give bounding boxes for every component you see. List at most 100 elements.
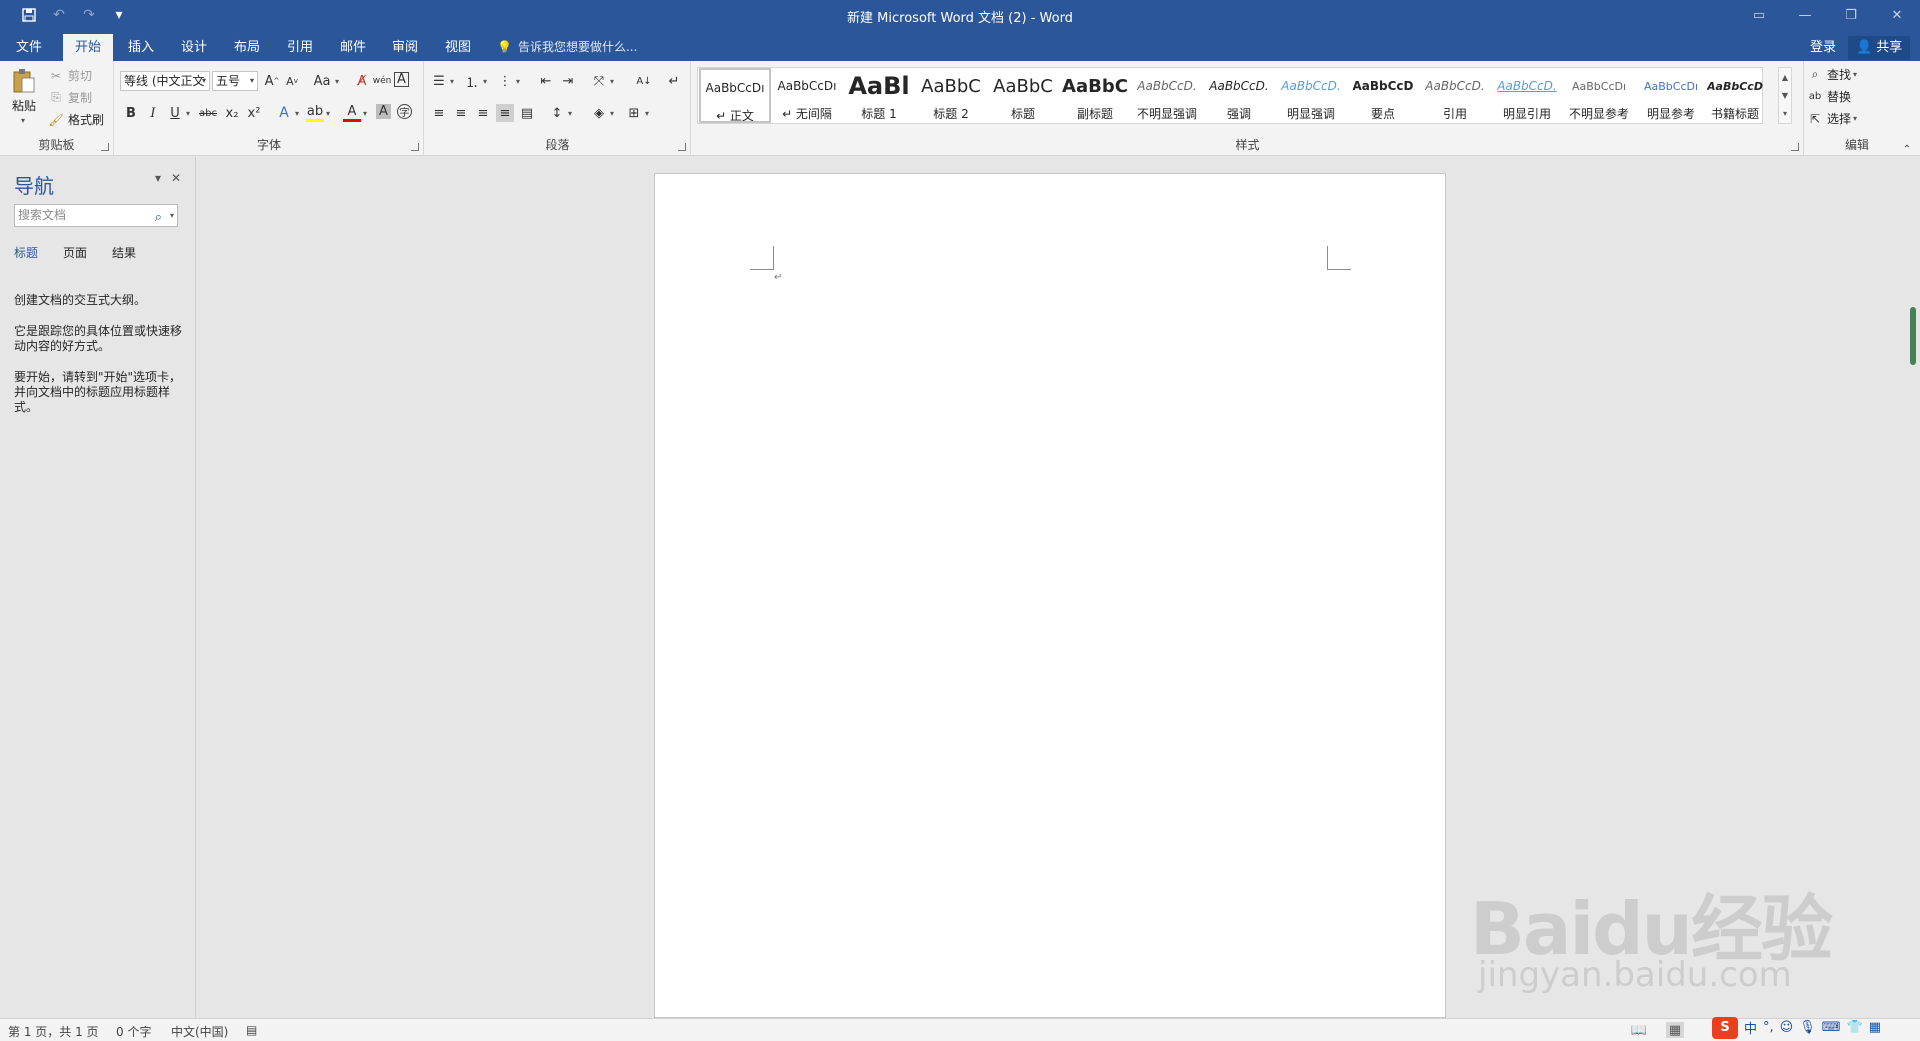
styles-launcher-icon[interactable] [1791, 143, 1799, 151]
tab-references[interactable]: 引用 [283, 34, 317, 61]
macro-record-icon[interactable]: ▤ [246, 1023, 257, 1037]
nav-close-icon[interactable]: ✕ [171, 171, 181, 185]
ime-punctuation[interactable]: °, [1763, 1020, 1774, 1035]
font-name-combo[interactable]: 等线 (中文正文 ▾ [120, 71, 210, 91]
style-title[interactable]: AaBbC 标题 [987, 68, 1059, 123]
distributed-button[interactable]: ▤ [518, 104, 536, 122]
replace-button[interactable]: ab 替换 [1807, 88, 1851, 105]
sort-button[interactable]: A↓ [635, 72, 653, 90]
bold-button[interactable]: B [122, 104, 140, 122]
numbering-button[interactable]: ⒈ ▾ [463, 72, 487, 91]
superscript-button[interactable]: x² [245, 104, 263, 122]
document-page[interactable]: ↵ [654, 173, 1446, 1018]
nav-tab-results[interactable]: 结果 [112, 244, 136, 261]
bullets-button[interactable]: ☰ ▾ [430, 72, 454, 90]
text-effects-button[interactable]: A ▾ [275, 104, 299, 122]
font-name-dropdown-icon[interactable]: ▾ [202, 72, 206, 90]
enclose-characters-button[interactable]: 字 [397, 104, 412, 119]
collapse-ribbon-button[interactable]: ⌃ [1899, 141, 1915, 157]
subscript-button[interactable]: x₂ [223, 104, 241, 122]
find-button[interactable]: ⌕ 查找 ▾ [1807, 66, 1857, 83]
style-heading-1[interactable]: AaBl 标题 1 [843, 68, 915, 123]
gallery-more-icon[interactable]: ▾ [1783, 109, 1787, 118]
style-intense-quote[interactable]: AaBbCcD. 明显引用 [1491, 68, 1563, 123]
language-indicator[interactable]: 中文(中国) [171, 1023, 228, 1040]
paragraph-launcher-icon[interactable] [678, 143, 686, 151]
tab-layout[interactable]: 布局 [230, 34, 264, 61]
tab-file[interactable]: 文件 [12, 34, 46, 61]
font-launcher-icon[interactable] [411, 143, 419, 151]
nav-tab-pages[interactable]: 页面 [63, 244, 87, 261]
word-count[interactable]: 0 个字 [116, 1023, 151, 1040]
tab-review[interactable]: 审阅 [388, 34, 422, 61]
paste-dropdown-icon[interactable]: ▾ [21, 116, 25, 125]
tell-me-box[interactable]: 💡 告诉我您想要做什么... [497, 34, 637, 61]
chinese-layout-button[interactable]: ⤧ ▾ [590, 72, 614, 90]
grid-icon[interactable]: ▦ [1869, 1020, 1881, 1035]
gallery-down-icon[interactable]: ▼ [1782, 91, 1788, 100]
phonetic-guide-button[interactable]: wén [373, 72, 392, 90]
sign-in-link[interactable]: 登录 [1810, 34, 1836, 61]
shading-button[interactable]: ◈ ▾ [590, 104, 614, 122]
style-normal[interactable]: AaBbCcDı ↵ 正文 [699, 68, 771, 123]
decrease-indent-button[interactable]: ⇤ [537, 72, 555, 90]
underline-button[interactable]: U ▾ [166, 104, 190, 122]
style-subtle-reference[interactable]: AaBbCcDı 不明显参考 [1563, 68, 1635, 123]
font-color-button[interactable]: A ▾ [343, 104, 367, 122]
font-size-dropdown-icon[interactable]: ▾ [250, 72, 254, 90]
style-book-title[interactable]: AaBbCcD 书籍标题 [1707, 68, 1763, 123]
ime-mode[interactable]: 中 [1744, 1018, 1757, 1037]
ribbon-display-options-icon[interactable]: ▭ [1736, 0, 1782, 30]
tab-insert[interactable]: 插入 [124, 34, 158, 61]
italic-button[interactable]: I [144, 104, 162, 122]
tab-design[interactable]: 设计 [177, 34, 211, 61]
tab-view[interactable]: 视图 [441, 34, 475, 61]
font-size-combo[interactable]: 五号 ▾ [212, 71, 258, 91]
highlight-button[interactable]: ab ▾ [306, 104, 330, 122]
close-icon[interactable]: ✕ [1874, 0, 1920, 30]
style-heading-2[interactable]: AaBbC 标题 2 [915, 68, 987, 123]
style-subtle-emphasis[interactable]: AaBbCcD. 不明显强调 [1131, 68, 1203, 123]
align-center-button[interactable]: ≡ [452, 104, 470, 122]
style-intense-emphasis[interactable]: AaBbCcD. 明显强调 [1275, 68, 1347, 123]
nav-search-input[interactable]: 搜索文档 ⌕ ▾ [14, 204, 178, 227]
justify-button[interactable]: ≡ [496, 104, 514, 122]
change-case-button[interactable]: Aa ▾ [311, 72, 339, 90]
copy-button[interactable]: ⎘ 复制 [48, 89, 92, 106]
search-icon[interactable]: ⌕ [155, 207, 162, 228]
paste-button[interactable]: 粘贴 ▾ [10, 67, 38, 125]
page-count[interactable]: 第 1 页，共 1 页 [8, 1023, 99, 1040]
align-left-button[interactable]: ≡ [430, 104, 448, 122]
format-painter-button[interactable]: 🖌 格式刷 [48, 111, 104, 128]
skin-icon[interactable]: 👕 [1847, 1020, 1863, 1035]
gallery-up-icon[interactable]: ▲ [1782, 73, 1788, 82]
microphone-icon[interactable]: 🎙 [1799, 1020, 1816, 1035]
style-subtitle[interactable]: AaBbC 副标题 [1059, 68, 1131, 123]
restore-icon[interactable]: ❐ [1828, 0, 1874, 30]
share-button[interactable]: 👤 共享 [1848, 36, 1911, 60]
multilevel-list-button[interactable]: ⋮ ▾ [496, 72, 521, 90]
character-shading-button[interactable]: A [376, 104, 391, 119]
minimize-icon[interactable]: — [1782, 0, 1828, 30]
style-no-spacing[interactable]: AaBbCcDı ↵ 无间隔 [771, 68, 843, 123]
search-dropdown-icon[interactable]: ▾ [170, 205, 174, 226]
nav-tab-headings[interactable]: 标题 [14, 244, 38, 261]
style-emphasis[interactable]: AaBbCcD. 强调 [1203, 68, 1275, 123]
style-quote[interactable]: AaBbCcD. 引用 [1419, 68, 1491, 123]
borders-button[interactable]: ⊞ ▾ [625, 104, 649, 122]
character-border-button[interactable]: A [394, 72, 409, 87]
increase-indent-button[interactable]: ⇥ [559, 72, 577, 90]
style-intense-reference[interactable]: AaBbCcDı 明显参考 [1635, 68, 1707, 123]
tab-mailings[interactable]: 邮件 [336, 34, 370, 61]
strikethrough-button[interactable]: abc [197, 104, 219, 122]
shrink-font-button[interactable]: Av [283, 72, 301, 90]
print-layout-icon[interactable]: ▦ [1666, 1022, 1684, 1038]
cut-button[interactable]: ✂ 剪切 [48, 67, 92, 84]
ime-emoji-icon[interactable]: ☺ [1780, 1020, 1794, 1035]
vertical-scrollbar-thumb[interactable] [1910, 307, 1916, 365]
style-strong[interactable]: AaBbCcD 要点 [1347, 68, 1419, 123]
line-spacing-button[interactable]: ↕ ▾ [548, 104, 572, 122]
tab-home[interactable]: 开始 [63, 34, 113, 61]
grow-font-button[interactable]: A ^ [263, 72, 281, 90]
show-marks-button[interactable]: ↵ [665, 72, 683, 90]
